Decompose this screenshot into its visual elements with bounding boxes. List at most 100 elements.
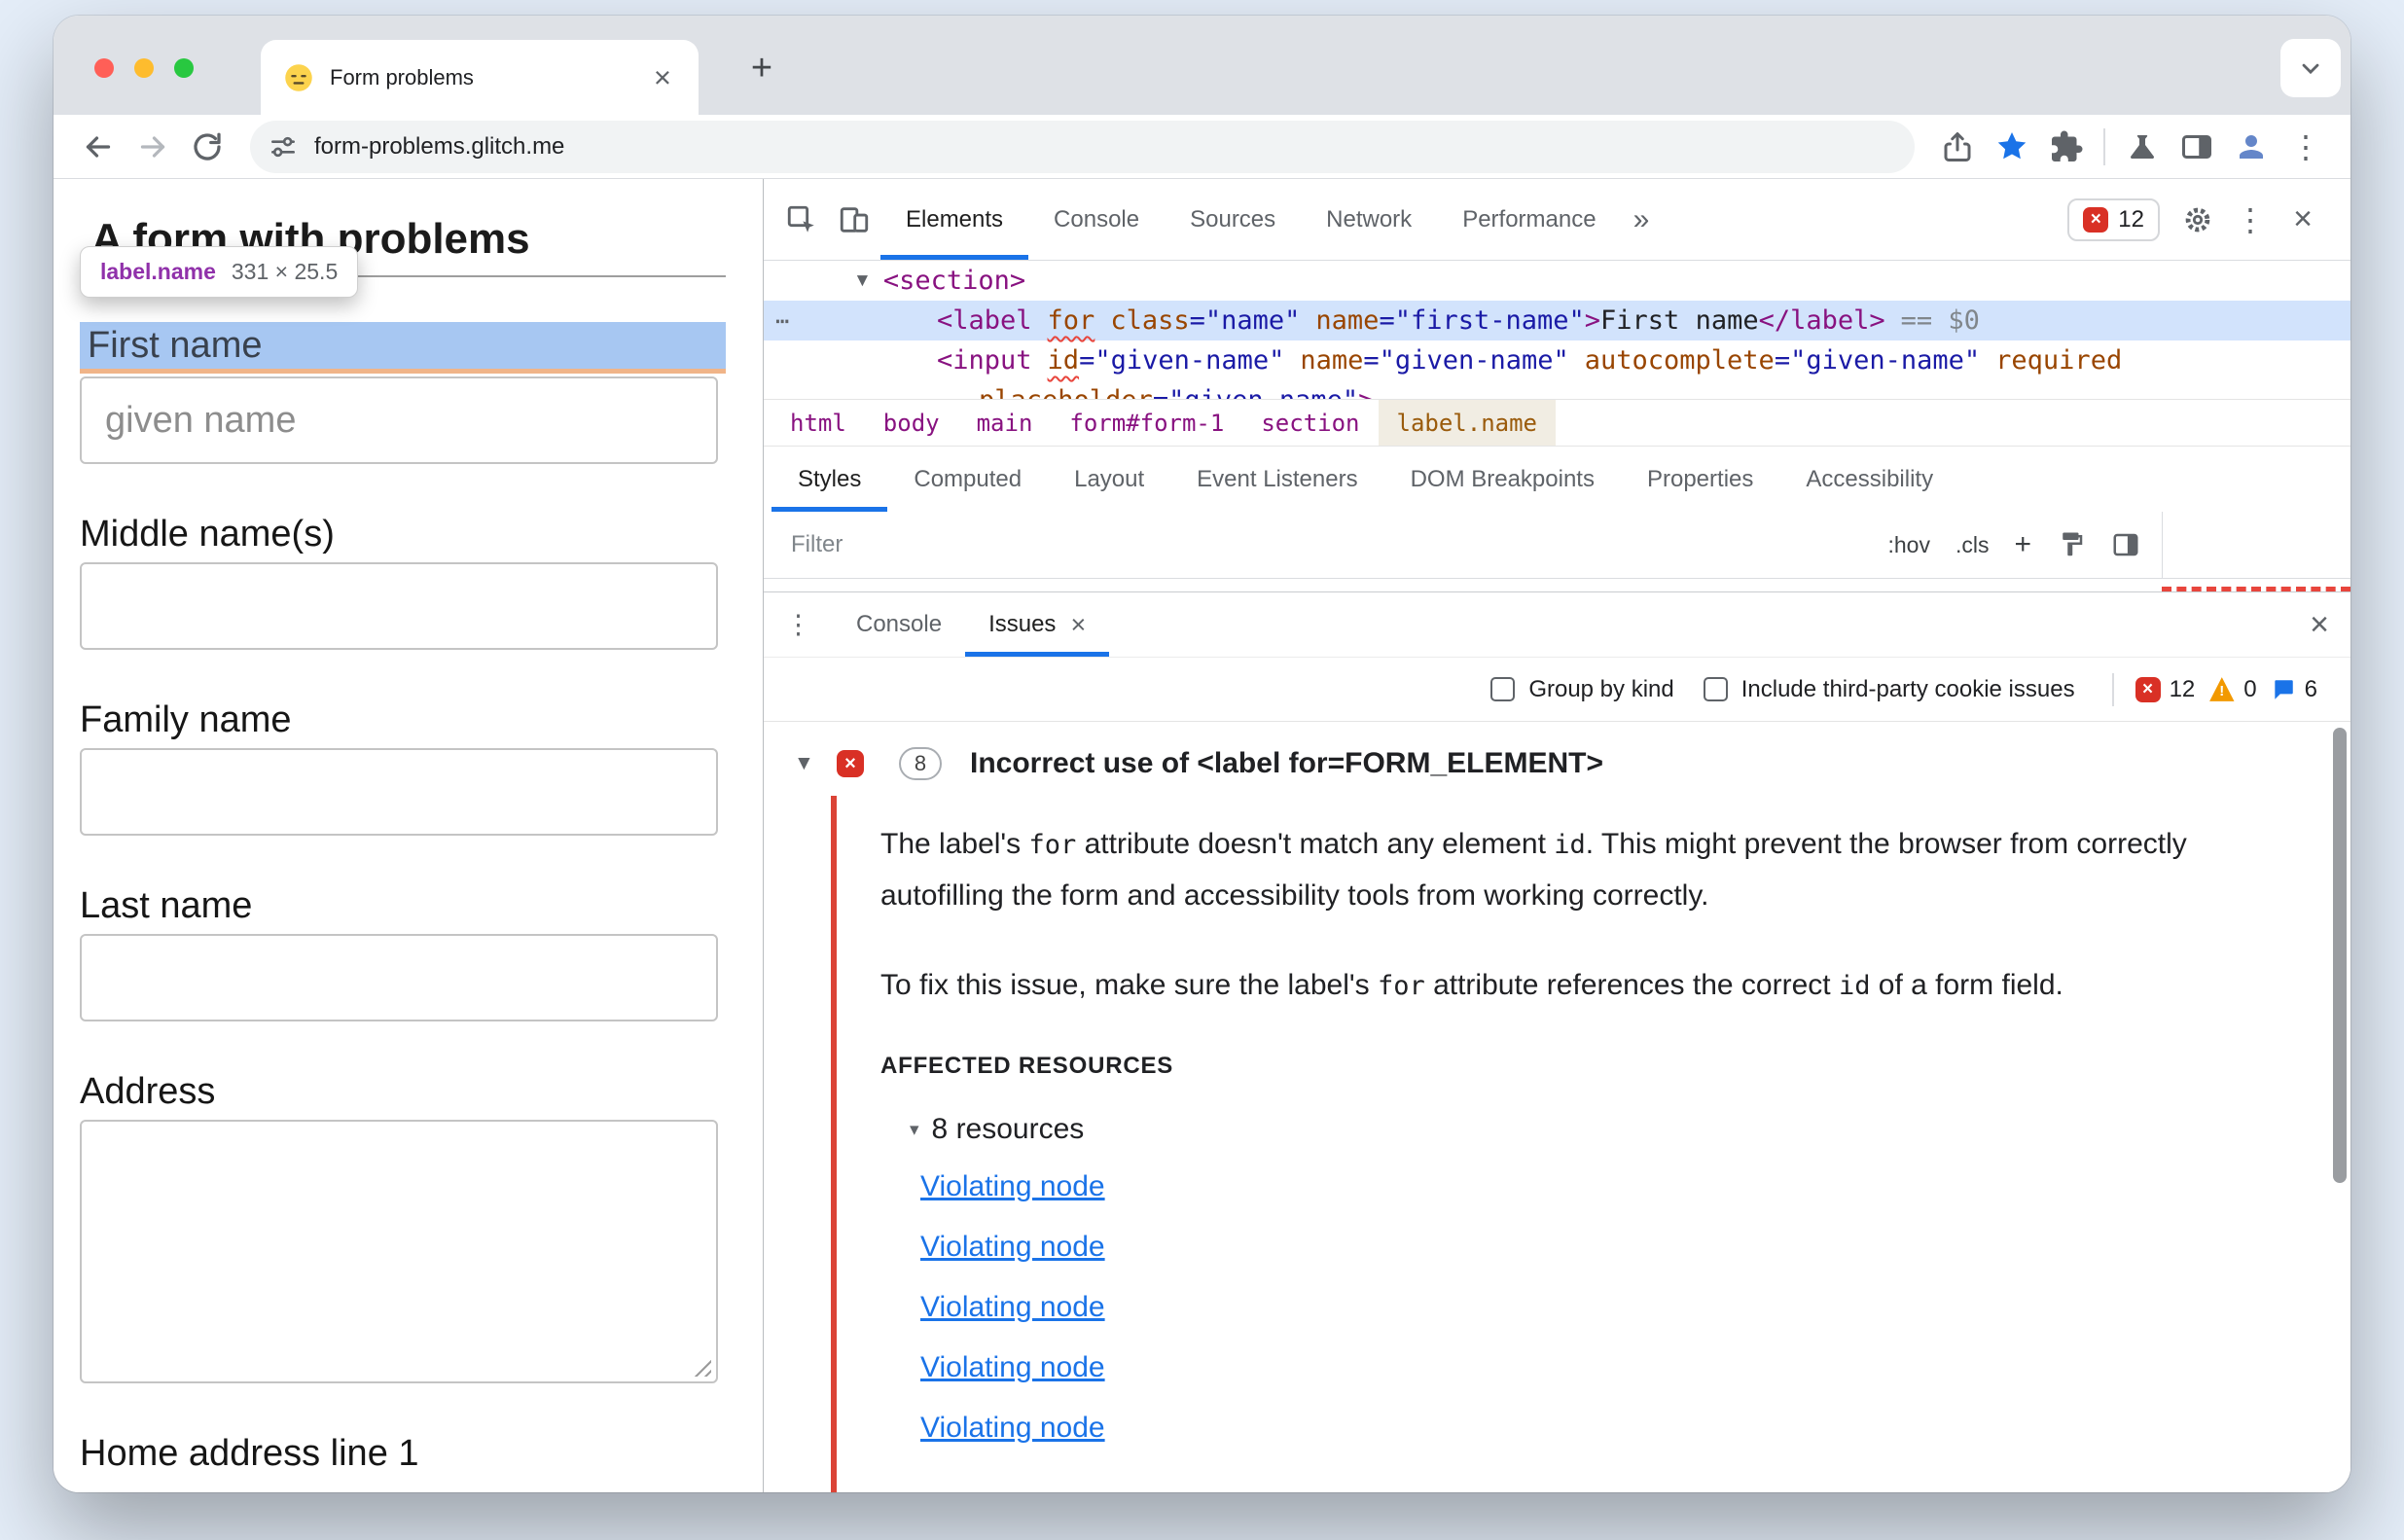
toggle-class-button[interactable]: .cls (1955, 532, 1990, 558)
back-button[interactable] (73, 122, 124, 172)
tab-search-chevron-button[interactable] (2280, 39, 2341, 97)
toggle-hover-state-button[interactable]: :hov (1887, 532, 1929, 558)
drawer-tab-bar: ⋮ Console Issues × × (764, 591, 2350, 658)
affected-resources-heading: AFFECTED RESOURCES (880, 1053, 1174, 1079)
extensions-puzzle-icon[interactable] (2041, 122, 2092, 172)
crumb-body[interactable]: body (865, 400, 958, 446)
issues-error-badge[interactable]: × 12 (2067, 197, 2160, 241)
profile-avatar-icon[interactable] (2226, 122, 2277, 172)
devtools-close-icon[interactable]: × (2277, 194, 2329, 246)
inspect-tooltip: label.name 331 × 25.5 (80, 246, 359, 298)
sidebar-toggle-icon[interactable] (2111, 530, 2140, 559)
crumb-html[interactable]: html (771, 400, 865, 446)
settings-gear-icon[interactable] (2171, 194, 2224, 246)
resources-triangle-icon[interactable]: ▾ (910, 1119, 919, 1141)
error-count[interactable]: × 12 (2135, 676, 2195, 703)
tab-console[interactable]: Console (1028, 179, 1165, 260)
last-name-input[interactable] (80, 934, 718, 1021)
subtab-layout[interactable]: Layout (1048, 447, 1170, 512)
violating-node-link[interactable]: Violating node (920, 1231, 1105, 1263)
issues-tab-close-icon[interactable]: × (1070, 611, 1086, 638)
warning-icon: ! (2209, 677, 2235, 701)
close-window-button[interactable] (94, 58, 114, 78)
devtools-menu-kebab-icon[interactable]: ⋮ (2224, 194, 2277, 246)
tree-node-label-selected[interactable]: ⋯ <label for class="name" name="first-na… (764, 301, 2350, 340)
drawer-tab-issues[interactable]: Issues × (965, 592, 1109, 657)
issue-header[interactable]: ▼ × 8 Incorrect use of <label for=FORM_E… (794, 747, 2350, 780)
list-item: Violating node (920, 1291, 2282, 1324)
share-icon[interactable] (1932, 122, 1983, 172)
family-name-input[interactable] (80, 748, 718, 836)
tab-title: Form problems (330, 64, 474, 90)
crumb-main[interactable]: main (958, 400, 1052, 446)
violating-node-link[interactable]: Violating node (920, 1351, 1105, 1383)
tab-favicon-icon (284, 63, 313, 92)
tab-performance[interactable]: Performance (1437, 179, 1621, 260)
site-settings-icon[interactable] (268, 131, 299, 162)
zoom-window-button[interactable] (174, 58, 194, 78)
toolbar-divider (2111, 672, 2114, 706)
expand-triangle-icon[interactable]: ▼ (853, 270, 872, 292)
side-panel-icon[interactable] (2171, 122, 2222, 172)
browser-tab[interactable]: Form problems × (261, 40, 699, 115)
tree-node-input[interactable]: <input id="given-name" name="given-name"… (764, 340, 2350, 380)
devtools-tab-bar: Elements Console Sources Network Perform… (764, 179, 2350, 261)
resources-summary[interactable]: ▾ 8 resources (910, 1113, 2282, 1146)
middle-name-input[interactable] (80, 562, 718, 650)
violating-node-link[interactable]: Violating node (920, 1291, 1105, 1323)
device-toolbar-icon[interactable] (828, 194, 880, 246)
tree-node-input-continued[interactable]: placeholder="given name"> (764, 380, 2350, 399)
tree-node-section[interactable]: ▼ <section> (764, 261, 2350, 301)
collapse-triangle-icon[interactable]: ▼ (794, 752, 837, 775)
message-count[interactable]: 6 (2271, 676, 2317, 703)
browser-menu-kebab-icon[interactable]: ⋮ (2280, 122, 2331, 172)
more-tabs-icon[interactable]: » (1622, 203, 1662, 236)
issue-count-badge: 8 (899, 747, 942, 780)
subtab-properties[interactable]: Properties (1621, 447, 1779, 512)
crumb-label-name[interactable]: label.name (1378, 400, 1556, 446)
subtab-styles[interactable]: Styles (771, 447, 887, 512)
styles-tab-bar: Styles Computed Layout Event Listeners D… (764, 446, 2350, 512)
crumb-form[interactable]: form#form-1 (1051, 400, 1242, 446)
tab-close-icon[interactable]: × (650, 62, 675, 92)
third-party-cookie-checkbox[interactable] (1703, 677, 1728, 701)
browser-window: Form problems × + form-problems.glitch.m… (54, 16, 2350, 1492)
styles-pane-edge (764, 579, 2350, 591)
tab-elements[interactable]: Elements (880, 179, 1028, 260)
violating-node-link[interactable]: Violating node (920, 1170, 1105, 1202)
violating-node-link[interactable]: Violating node (920, 1412, 1105, 1444)
labs-flask-icon[interactable] (2117, 122, 2168, 172)
styles-filter-input[interactable] (791, 531, 1863, 558)
drawer-tab-console[interactable]: Console (833, 592, 965, 657)
reload-button[interactable] (182, 122, 233, 172)
last-name-label: Last name (80, 885, 253, 926)
inspect-element-icon[interactable] (775, 194, 828, 246)
toolbar-divider (2103, 127, 2105, 165)
bookmark-star-icon[interactable] (1987, 122, 2037, 172)
warning-count[interactable]: ! 0 (2208, 676, 2257, 703)
crumb-section[interactable]: section (1242, 400, 1378, 446)
address-bar[interactable]: form-problems.glitch.me (250, 120, 1915, 173)
node-options-dots-icon[interactable]: ⋯ (775, 307, 789, 335)
group-by-kind-checkbox[interactable] (1490, 677, 1516, 701)
error-icon: × (2135, 676, 2161, 702)
subtab-dom-breakpoints[interactable]: DOM Breakpoints (1384, 447, 1621, 512)
devtools-panel: Elements Console Sources Network Perform… (763, 179, 2350, 1492)
new-tab-button[interactable]: + (735, 41, 789, 95)
tab-sources[interactable]: Sources (1165, 179, 1301, 260)
minimize-window-button[interactable] (134, 58, 154, 78)
styles-filter-row: :hov .cls + (764, 512, 2350, 579)
drawer-menu-kebab-icon[interactable]: ⋮ (785, 611, 811, 638)
tab-network[interactable]: Network (1301, 179, 1437, 260)
tooltip-selector: label.name (100, 259, 216, 284)
subtab-event-listeners[interactable]: Event Listeners (1170, 447, 1383, 512)
paint-format-icon[interactable] (2057, 530, 2086, 559)
forward-button[interactable] (127, 122, 178, 172)
subtab-computed[interactable]: Computed (887, 447, 1048, 512)
address-textarea[interactable] (80, 1120, 718, 1383)
subtab-accessibility[interactable]: Accessibility (1779, 447, 1959, 512)
scrollbar-thumb[interactable] (2333, 728, 2347, 1183)
new-style-rule-button[interactable]: + (2014, 528, 2031, 561)
drawer-close-icon[interactable]: × (2310, 608, 2329, 641)
given-name-input[interactable] (80, 376, 718, 464)
